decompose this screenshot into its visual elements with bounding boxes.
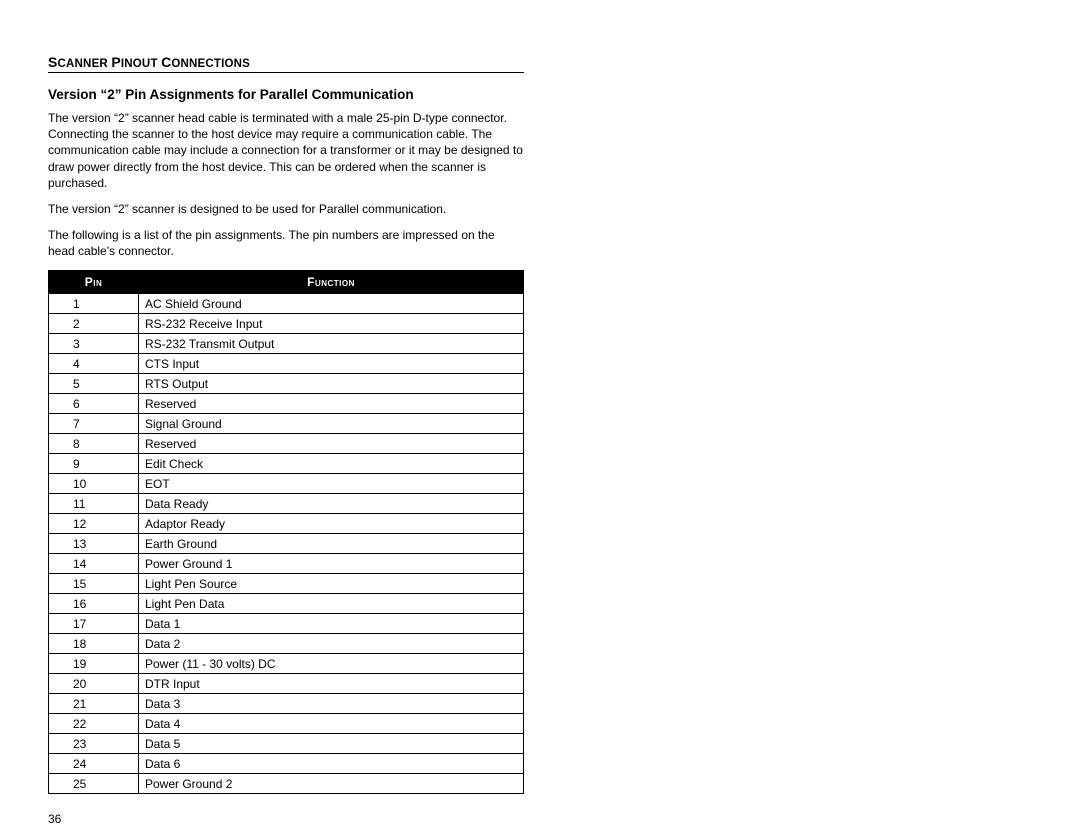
pin-cell: 24 [49, 753, 139, 773]
table-row: 8Reserved [49, 433, 524, 453]
table-row: 15Light Pen Source [49, 573, 524, 593]
pin-cell: 9 [49, 453, 139, 473]
table-row: 24Data 6 [49, 753, 524, 773]
pin-cell: 4 [49, 353, 139, 373]
table-row: 12Adaptor Ready [49, 513, 524, 533]
paragraph-1: The version “2” scanner head cable is te… [48, 110, 524, 191]
table-row: 21Data 3 [49, 693, 524, 713]
table-row: 18Data 2 [49, 633, 524, 653]
table-row: 9Edit Check [49, 453, 524, 473]
table-row: 5RTS Output [49, 373, 524, 393]
function-cell: Power Ground 1 [139, 553, 524, 573]
function-cell: Data Ready [139, 493, 524, 513]
column-header-function: Function [139, 270, 524, 293]
function-cell: Data 3 [139, 693, 524, 713]
table-row: 25Power Ground 2 [49, 773, 524, 793]
function-cell: Signal Ground [139, 413, 524, 433]
pin-cell: 14 [49, 553, 139, 573]
pin-cell: 7 [49, 413, 139, 433]
function-cell: Edit Check [139, 453, 524, 473]
pin-cell: 6 [49, 393, 139, 413]
table-row: 6Reserved [49, 393, 524, 413]
function-cell: Reserved [139, 393, 524, 413]
pin-cell: 19 [49, 653, 139, 673]
table-row: 10EOT [49, 473, 524, 493]
pin-cell: 11 [49, 493, 139, 513]
pin-cell: 10 [49, 473, 139, 493]
function-cell: Power Ground 2 [139, 773, 524, 793]
pin-cell: 23 [49, 733, 139, 753]
table-row: 23Data 5 [49, 733, 524, 753]
pin-cell: 15 [49, 573, 139, 593]
pin-cell: 5 [49, 373, 139, 393]
pin-cell: 8 [49, 433, 139, 453]
pin-cell: 20 [49, 673, 139, 693]
page-number: 36 [48, 812, 524, 826]
function-cell: AC Shield Ground [139, 293, 524, 313]
function-cell: Data 5 [139, 733, 524, 753]
column-header-pin: Pin [49, 270, 139, 293]
pin-cell: 17 [49, 613, 139, 633]
function-cell: CTS Input [139, 353, 524, 373]
function-cell: Data 6 [139, 753, 524, 773]
function-cell: Power (11 - 30 volts) DC [139, 653, 524, 673]
table-row: 20DTR Input [49, 673, 524, 693]
function-cell: Reserved [139, 433, 524, 453]
function-cell: Light Pen Data [139, 593, 524, 613]
function-cell: EOT [139, 473, 524, 493]
table-row: 13Earth Ground [49, 533, 524, 553]
subheading: Version “2” Pin Assignments for Parallel… [48, 87, 524, 102]
function-cell: RS-232 Receive Input [139, 313, 524, 333]
pin-cell: 12 [49, 513, 139, 533]
document-page: SCANNER PINOUT CONNECTIONS Version “2” P… [48, 54, 524, 826]
table-header-row: Pin Function [49, 270, 524, 293]
table-row: 11Data Ready [49, 493, 524, 513]
table-row: 4CTS Input [49, 353, 524, 373]
function-cell: DTR Input [139, 673, 524, 693]
table-row: 7Signal Ground [49, 413, 524, 433]
table-row: 19Power (11 - 30 volts) DC [49, 653, 524, 673]
pin-cell: 18 [49, 633, 139, 653]
pin-cell: 3 [49, 333, 139, 353]
pin-cell: 13 [49, 533, 139, 553]
section-header: SCANNER PINOUT CONNECTIONS [48, 54, 524, 73]
function-cell: Light Pen Source [139, 573, 524, 593]
table-row: 16Light Pen Data [49, 593, 524, 613]
table-row: 17Data 1 [49, 613, 524, 633]
pin-assignment-table: Pin Function 1AC Shield Ground2RS-232 Re… [48, 270, 524, 794]
function-cell: RTS Output [139, 373, 524, 393]
table-row: 22Data 4 [49, 713, 524, 733]
pin-cell: 16 [49, 593, 139, 613]
section-header-text: SCANNER PINOUT CONNECTIONS [48, 54, 250, 70]
function-cell: RS-232 Transmit Output [139, 333, 524, 353]
paragraph-3: The following is a list of the pin assig… [48, 227, 524, 259]
table-row: 2RS-232 Receive Input [49, 313, 524, 333]
table-row: 14Power Ground 1 [49, 553, 524, 573]
function-cell: Data 4 [139, 713, 524, 733]
pin-cell: 25 [49, 773, 139, 793]
function-cell: Data 2 [139, 633, 524, 653]
pin-cell: 2 [49, 313, 139, 333]
pin-cell: 21 [49, 693, 139, 713]
function-cell: Adaptor Ready [139, 513, 524, 533]
paragraph-2: The version “2” scanner is designed to b… [48, 201, 524, 217]
table-row: 3RS-232 Transmit Output [49, 333, 524, 353]
function-cell: Earth Ground [139, 533, 524, 553]
pin-cell: 22 [49, 713, 139, 733]
table-row: 1AC Shield Ground [49, 293, 524, 313]
pin-cell: 1 [49, 293, 139, 313]
function-cell: Data 1 [139, 613, 524, 633]
